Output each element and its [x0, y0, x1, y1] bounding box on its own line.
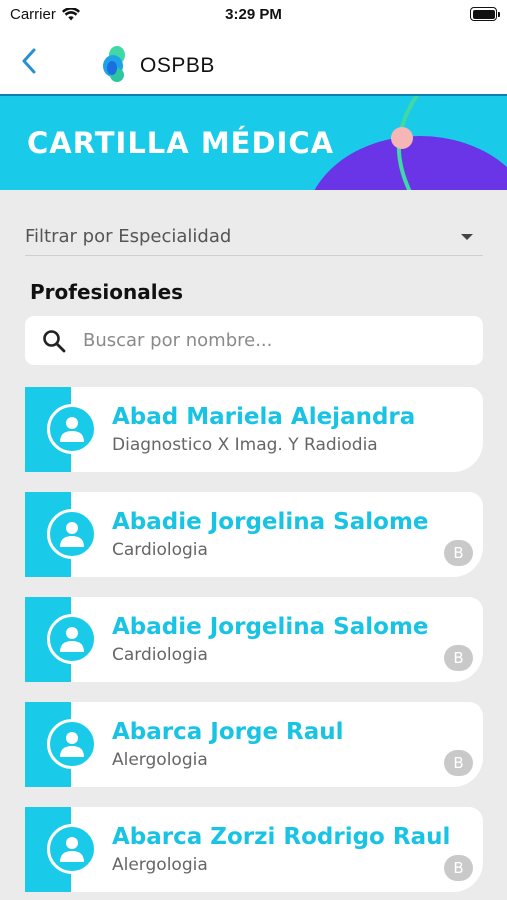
category-badge: B	[444, 645, 473, 671]
avatar	[47, 719, 97, 769]
nav-bar: OSPBB	[0, 30, 507, 94]
avatar	[47, 824, 97, 874]
professional-specialty: Alergologia	[112, 855, 208, 875]
specialty-filter-dropdown[interactable]: Filtrar por Especialidad	[25, 218, 483, 256]
professional-specialty: Diagnostico X Imag. Y Radiodia	[112, 435, 378, 455]
ospbb-logo-icon	[103, 46, 125, 82]
specialty-filter-label: Filtrar por Especialidad	[25, 226, 232, 247]
search-input[interactable]	[83, 330, 443, 351]
banner-title: CARTILLA MÉDICA	[27, 126, 335, 160]
battery-icon	[470, 7, 500, 21]
avatar	[47, 404, 97, 454]
professional-specialty: Cardiologia	[112, 540, 208, 560]
app-title: OSPBB	[140, 54, 215, 77]
person-icon	[60, 627, 84, 652]
professional-card[interactable]: Abad Mariela Alejandra Diagnostico X Ima…	[25, 387, 483, 472]
status-bar: Carrier 3:29 PM	[0, 0, 507, 30]
category-badge: B	[444, 855, 473, 881]
search-icon	[43, 329, 66, 352]
person-icon	[60, 837, 84, 862]
page-banner: CARTILLA MÉDICA	[0, 94, 507, 190]
professional-card[interactable]: Abadie Jorgelina Salome Cardiologia B	[25, 597, 483, 682]
professional-card[interactable]: Abarca Zorzi Rodrigo Raul Alergologia B	[25, 807, 483, 892]
professional-specialty: Alergologia	[112, 750, 208, 770]
professional-name: Abarca Jorge Raul	[112, 719, 344, 745]
person-icon	[60, 522, 84, 547]
search-box	[25, 316, 483, 365]
category-badge: B	[444, 750, 473, 776]
professional-card[interactable]: Abadie Jorgelina Salome Cardiologia B	[25, 492, 483, 577]
avatar	[47, 509, 97, 559]
professional-name: Abarca Zorzi Rodrigo Raul	[112, 824, 451, 850]
person-icon	[60, 417, 84, 442]
avatar	[47, 614, 97, 664]
professional-name: Abadie Jorgelina Salome	[112, 614, 429, 640]
category-badge: B	[444, 540, 473, 566]
chevron-left-icon	[22, 48, 36, 74]
section-title: Profesionales	[30, 280, 184, 304]
back-button[interactable]	[14, 44, 44, 78]
professional-card[interactable]: Abarca Jorge Raul Alergologia B	[25, 702, 483, 787]
caret-down-icon	[461, 233, 473, 240]
professional-name: Abadie Jorgelina Salome	[112, 509, 429, 535]
professional-name: Abad Mariela Alejandra	[112, 404, 416, 430]
person-icon	[60, 732, 84, 757]
professionals-list: Abad Mariela Alejandra Diagnostico X Ima…	[25, 387, 483, 900]
status-time: 3:29 PM	[225, 6, 282, 23]
professional-specialty: Cardiologia	[112, 645, 208, 665]
